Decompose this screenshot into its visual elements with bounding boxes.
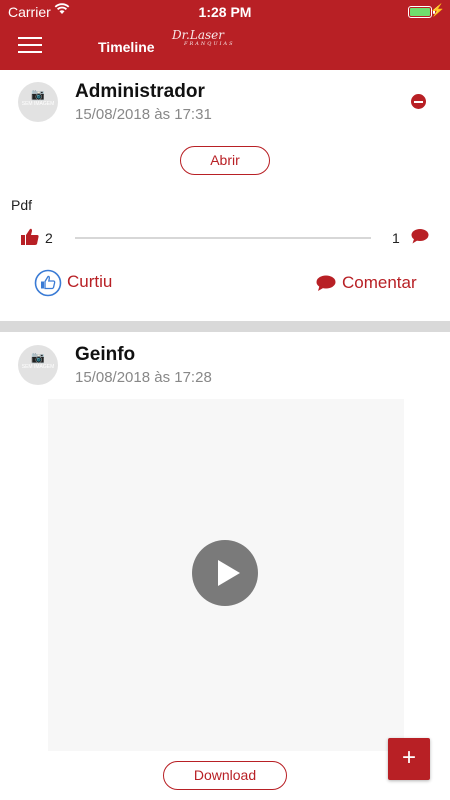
comment-action-label: Comentar bbox=[342, 273, 417, 292]
post-separator bbox=[0, 321, 450, 332]
post-author: Geinfo bbox=[75, 344, 136, 365]
battery-icon bbox=[408, 6, 435, 18]
like-action-label: Curtiu bbox=[67, 272, 113, 291]
add-post-button[interactable]: + bbox=[388, 738, 430, 780]
comment-count: 1 bbox=[392, 230, 400, 246]
app-header: Carrier 1:28 PM ⚡ Timeline Dr.Laser FRAN… bbox=[0, 0, 450, 70]
timeline-post: 📷 SEM IMAGEM Administrador 15/08/2018 às… bbox=[0, 70, 450, 321]
open-button[interactable]: Abrir bbox=[180, 146, 270, 175]
post-date: 15/08/2018 às 17:28 bbox=[75, 369, 212, 386]
camera-icon: 📷 bbox=[31, 352, 45, 364]
avatar: 📷 SEM IMAGEM bbox=[18, 82, 58, 122]
comment-icon bbox=[411, 229, 429, 244]
charging-icon: ⚡ bbox=[430, 3, 445, 17]
menu-button[interactable] bbox=[18, 37, 42, 55]
status-bar: Carrier 1:28 PM ⚡ bbox=[0, 0, 450, 24]
stats-divider bbox=[75, 237, 371, 239]
avatar: 📷 SEM IMAGEM bbox=[18, 345, 58, 385]
brand-logo: Dr.Laser FRANQUIAS bbox=[172, 28, 235, 47]
comment-button[interactable]: Comentar bbox=[316, 270, 422, 296]
remove-post-button[interactable] bbox=[411, 94, 426, 109]
thumbs-up-icon bbox=[21, 228, 39, 245]
camera-icon: 📷 bbox=[31, 89, 45, 101]
attachment-label: Pdf bbox=[11, 197, 33, 213]
play-icon[interactable] bbox=[192, 540, 258, 606]
post-date: 15/08/2018 às 17:31 bbox=[75, 106, 212, 123]
video-player[interactable] bbox=[48, 399, 404, 751]
download-button[interactable]: Download bbox=[163, 761, 287, 790]
like-count: 2 bbox=[45, 230, 53, 246]
page-title: Timeline bbox=[98, 39, 155, 55]
like-icon bbox=[34, 269, 62, 297]
post-author: Administrador bbox=[75, 81, 205, 102]
comment-bubble-icon bbox=[316, 275, 336, 291]
status-time: 1:28 PM bbox=[198, 4, 252, 20]
like-button[interactable]: Curtiu bbox=[34, 269, 124, 297]
